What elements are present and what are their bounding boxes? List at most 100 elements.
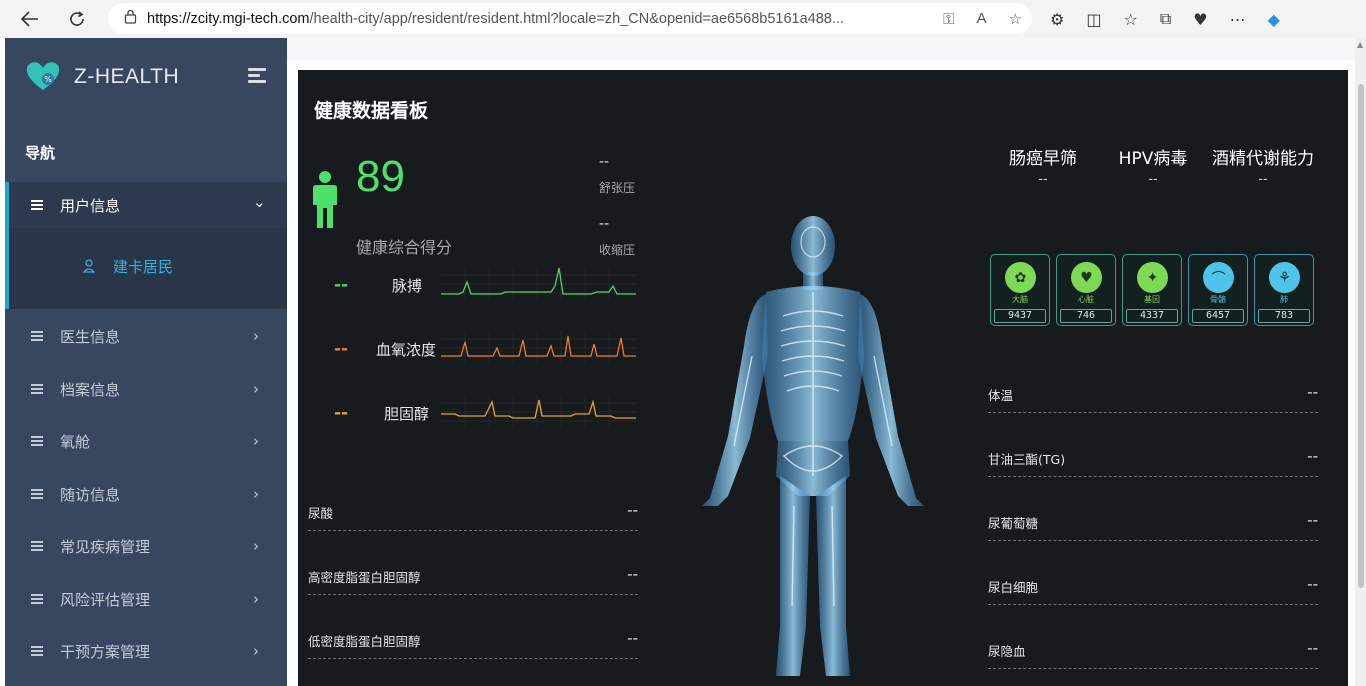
- screening-value: --: [1148, 172, 1158, 187]
- scroll-up-icon[interactable]: ▲: [1357, 40, 1363, 49]
- lab-name: 尿白细胞: [988, 580, 1039, 595]
- menu-item-label: 常见疾病管理: [60, 537, 151, 556]
- back-icon[interactable]: [15, 4, 45, 34]
- sidebar: % Z-HEALTH 导航 用户信息 ⌄ 建卡居民 医生信息 › 档案信息 › …: [5, 38, 287, 686]
- read-aloud-icon[interactable]: A: [977, 10, 987, 27]
- screening-hpv: HPV病毒 --: [1098, 146, 1208, 187]
- menu-item-intervention-mgmt[interactable]: 干预方案管理 ›: [5, 628, 287, 674]
- menu-item-user-info[interactable]: 用户信息 ⌄: [5, 182, 287, 228]
- menu-item-label: 档案信息: [60, 380, 121, 399]
- lab-row-uric-acid: 尿酸 --: [308, 493, 638, 531]
- organ-name: 大脑: [1012, 295, 1028, 304]
- svg-text:%: %: [44, 75, 52, 84]
- systolic-label: 收缩压: [599, 243, 636, 257]
- list-icon: [31, 489, 43, 499]
- submenu-item-label: 建卡居民: [113, 258, 174, 276]
- screening-value: --: [1038, 172, 1048, 187]
- chevron-right-icon: ›: [253, 537, 259, 555]
- copilot-icon[interactable]: ◆: [1268, 10, 1280, 29]
- lock-icon[interactable]: [124, 9, 137, 28]
- split-screen-icon[interactable]: ◫: [1086, 10, 1101, 29]
- organ-name: 基因: [1144, 295, 1160, 304]
- list-icon: [31, 436, 43, 446]
- cholesterol-value: --: [334, 403, 349, 423]
- chevron-down-icon: ⌄: [253, 193, 266, 211]
- lab-value: --: [627, 565, 638, 583]
- menu-item-label: 风险评估管理: [60, 590, 151, 609]
- health-score: 89: [356, 152, 405, 201]
- menu-item-label: 用户信息: [60, 197, 121, 215]
- organ-card-bone[interactable]: ⌒ 骨骼 6457: [1188, 254, 1248, 326]
- menu-item-label: 氧舱: [60, 432, 91, 451]
- submenu-item-cardholders[interactable]: 建卡居民: [5, 228, 287, 309]
- list-icon: [31, 541, 43, 551]
- sidebar-toggle-icon[interactable]: [248, 68, 266, 84]
- lab-value: --: [1307, 511, 1318, 529]
- more-menu-icon[interactable]: ⋯: [1230, 10, 1246, 29]
- pulse-label: 脉搏: [392, 277, 423, 295]
- cholesterol-label: 胆固醇: [384, 405, 430, 423]
- lab-row-urine-leukocyte: 尿白细胞 --: [988, 567, 1318, 605]
- lab-name: 低密度脂蛋白胆固醇: [308, 634, 421, 649]
- menu-item-risk-mgmt[interactable]: 风险评估管理 ›: [5, 576, 287, 622]
- cholesterol-waveform: [441, 394, 636, 430]
- chevron-right-icon: ›: [253, 327, 259, 345]
- browser-essentials-icon[interactable]: ♥: [1193, 10, 1207, 29]
- organ-card-gene[interactable]: ✦ 基因 4337: [1122, 254, 1182, 326]
- collections-icon[interactable]: ⧉: [1160, 9, 1171, 29]
- health-score-label: 健康综合得分: [356, 238, 453, 257]
- menu-item-archive-info[interactable]: 档案信息 ›: [5, 366, 287, 412]
- organ-name: 心脏: [1078, 295, 1094, 304]
- logo-icon: %: [26, 62, 60, 90]
- scrollbar-thumb[interactable]: [1358, 84, 1364, 588]
- lab-row-urine-glucose: 尿葡萄糖 --: [988, 503, 1318, 541]
- screening-alcohol-metabolism: 酒精代谢能力 --: [1211, 146, 1315, 187]
- organ-card-brain[interactable]: ✿ 大脑 9437: [990, 254, 1050, 326]
- lab-row-body-temperature: 体温 --: [988, 375, 1318, 413]
- dna-icon: ✦: [1137, 262, 1168, 293]
- chevron-right-icon: ›: [253, 642, 259, 660]
- diastolic-value: --: [599, 154, 610, 170]
- heart-icon: ♥: [1071, 262, 1102, 293]
- menu-item-oxygen-chamber[interactable]: 氧舱 ›: [5, 418, 287, 464]
- user-icon: [83, 259, 95, 273]
- lab-name: 体温: [988, 388, 1014, 403]
- menu-item-follow-up[interactable]: 随访信息 ›: [5, 471, 287, 517]
- person-icon: [313, 171, 337, 228]
- list-icon: [31, 384, 43, 394]
- menu-item-label: 医生信息: [60, 327, 121, 346]
- organ-card-heart[interactable]: ♥ 心脏 746: [1056, 254, 1116, 326]
- key-icon[interactable]: ⚿: [943, 10, 954, 28]
- menu-item-doctor-info[interactable]: 医生信息 ›: [5, 313, 287, 359]
- diastolic-label: 舒张压: [599, 181, 636, 195]
- blood-oxygen-value: --: [334, 339, 349, 359]
- lab-name: 尿隐血: [988, 644, 1026, 659]
- lung-icon: ⚘: [1269, 262, 1300, 293]
- lab-row-hdl: 高密度脂蛋白胆固醇 --: [308, 557, 638, 595]
- lab-value: --: [1307, 447, 1318, 465]
- favorite-star-icon[interactable]: ☆: [1009, 10, 1022, 28]
- refresh-icon[interactable]: [62, 4, 92, 34]
- lab-value: --: [1307, 383, 1318, 401]
- blood-oxygen-label: 血氧浓度: [376, 341, 437, 359]
- organ-count: 9437: [994, 309, 1046, 323]
- lab-value: --: [1307, 639, 1318, 657]
- list-icon: [31, 594, 43, 604]
- lab-name: 甘油三酯(TG): [988, 452, 1066, 467]
- organ-card-lung[interactable]: ⚘ 肺 783: [1254, 254, 1314, 326]
- pulse-waveform: [441, 266, 636, 302]
- blood-oxygen-waveform: [441, 330, 636, 366]
- chevron-right-icon: ›: [253, 432, 259, 450]
- bone-icon: ⌒: [1203, 262, 1234, 293]
- address-bar[interactable]: https://zcity.mgi-tech.com/health-city/a…: [108, 3, 1032, 34]
- brand-name: Z-HEALTH: [74, 65, 180, 88]
- lab-value: --: [627, 629, 638, 647]
- favorites-icon[interactable]: ☆: [1123, 10, 1137, 29]
- list-icon: [31, 331, 43, 341]
- extensions-icon[interactable]: ⚙: [1050, 10, 1064, 29]
- lab-value: --: [627, 501, 638, 519]
- brain-icon: ✿: [1005, 262, 1036, 293]
- menu-item-disease-mgmt[interactable]: 常见疾病管理 ›: [5, 523, 287, 569]
- chevron-right-icon: ›: [253, 380, 259, 398]
- screening-colorectal: 肠癌早筛 --: [988, 146, 1098, 187]
